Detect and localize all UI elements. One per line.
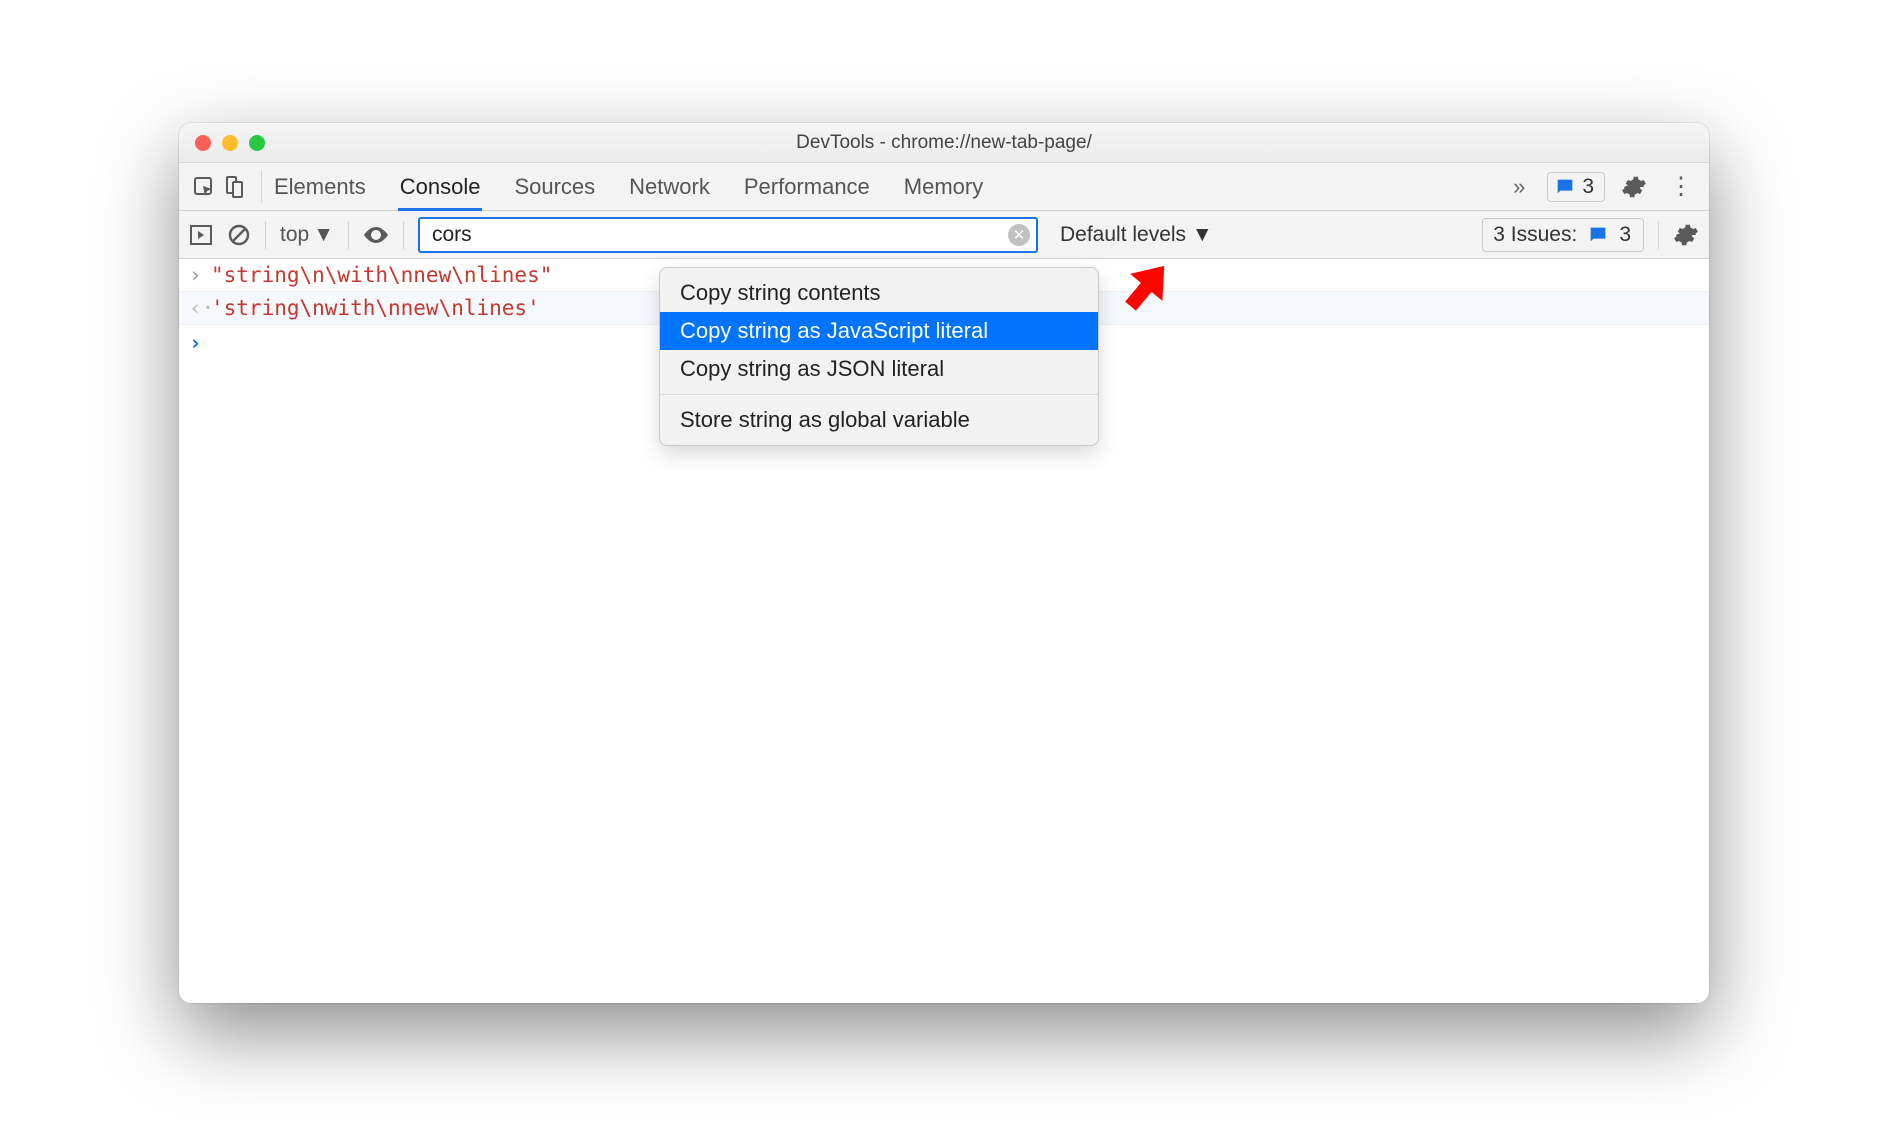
ctx-copy-string-js-literal[interactable]: Copy string as JavaScript literal [660,312,1098,350]
console-body: › "string\n\with\nnew\nlines" ‹· 'string… [179,259,1709,1003]
inspect-element-icon[interactable] [189,175,219,199]
console-toolbar: top ▼ ✕ Default levels ▼ 3 Issues: 3 [179,211,1709,259]
more-menu-icon[interactable]: ⋮ [1663,172,1699,201]
console-input-text: "string\n\with\nnew\nlines" [211,263,552,287]
close-window-button[interactable] [195,135,211,151]
levels-label: Default levels [1060,223,1186,246]
traffic-lights [179,135,265,151]
ctx-copy-string-contents[interactable]: Copy string contents [660,274,1098,312]
separator [1658,221,1659,249]
ctx-store-global-variable[interactable]: Store string as global variable [660,401,1098,439]
dropdown-triangle-icon: ▼ [313,223,334,247]
execution-context-selector[interactable]: top ▼ [280,223,334,247]
tab-memory[interactable]: Memory [904,163,983,210]
context-menu: Copy string contents Copy string as Java… [659,267,1099,446]
live-expression-eye-icon[interactable] [363,225,389,245]
chat-icon [1554,176,1576,198]
clear-console-icon[interactable] [227,223,251,247]
separator [348,221,349,249]
separator [261,171,262,203]
clear-filter-icon[interactable]: ✕ [1008,224,1030,246]
toggle-sidebar-icon[interactable] [189,224,213,246]
tab-elements[interactable]: Elements [274,163,366,210]
context-menu-separator [660,394,1098,395]
window-title: DevTools - chrome://new-tab-page/ [179,132,1709,154]
device-toggle-icon[interactable] [219,175,249,199]
tabbar-right: » 3 ⋮ [1507,172,1699,202]
console-settings-gear-icon[interactable] [1673,222,1699,248]
input-arrow-icon: › [189,263,211,287]
devtools-tabbar: Elements Console Sources Network Perform… [179,163,1709,211]
maximize-window-button[interactable] [249,135,265,151]
filter-box: ✕ [418,217,1038,253]
tab-sources[interactable]: Sources [514,163,595,210]
devtools-window: DevTools - chrome://new-tab-page/ Elemen… [179,123,1709,1003]
tab-network[interactable]: Network [629,163,710,210]
console-output-text: 'string\nwith\nnew\nlines' [211,296,540,320]
tab-performance[interactable]: Performance [744,163,870,210]
prompt-arrow-icon: › [189,331,211,355]
dropdown-triangle-icon: ▼ [1192,223,1213,246]
more-tabs-icon[interactable]: » [1507,174,1531,200]
separator [265,221,266,249]
context-label: top [280,223,309,247]
chat-icon [1587,224,1609,246]
titlebar: DevTools - chrome://new-tab-page/ [179,123,1709,163]
separator [403,221,404,249]
tab-console[interactable]: Console [400,163,481,210]
ctx-copy-string-json-literal[interactable]: Copy string as JSON literal [660,350,1098,388]
messages-badge[interactable]: 3 [1547,172,1605,202]
panel-tabs: Elements Console Sources Network Perform… [274,163,983,210]
issues-label: 3 Issues: [1493,223,1577,247]
issues-count: 3 [1619,223,1631,247]
settings-gear-icon[interactable] [1621,174,1647,200]
console-filter-input[interactable] [418,217,1038,253]
issues-button[interactable]: 3 Issues: 3 [1482,218,1644,252]
minimize-window-button[interactable] [222,135,238,151]
output-arrow-icon: ‹· [189,296,211,320]
log-levels-selector[interactable]: Default levels ▼ [1060,223,1213,247]
messages-count: 3 [1582,175,1594,199]
